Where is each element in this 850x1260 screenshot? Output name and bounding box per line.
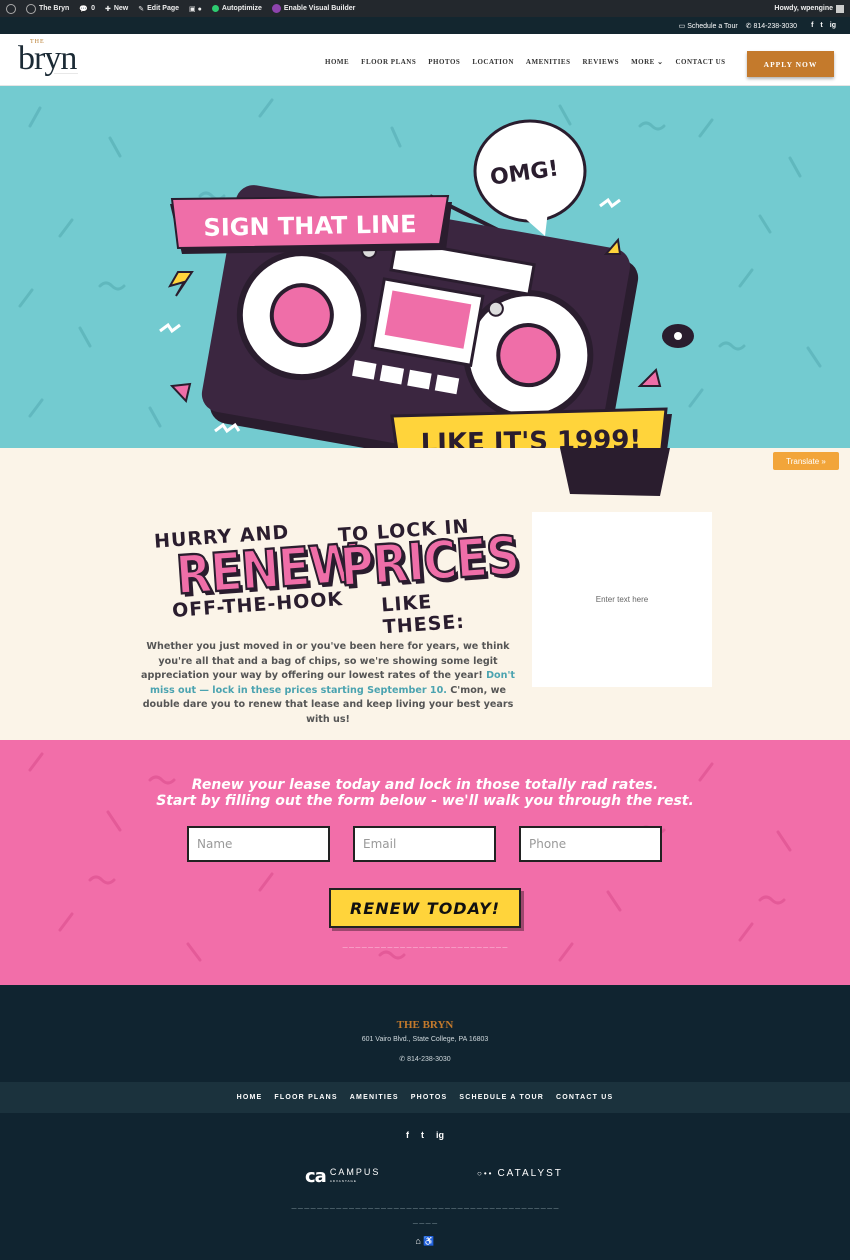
sign-that-line-banner: SIGN THAT LINE (203, 210, 417, 242)
admin-misc-icons[interactable]: ▣ ● (189, 5, 202, 13)
translate-button[interactable]: Translate » (773, 452, 839, 470)
admin-account-link[interactable]: Howdy, wpengine (774, 4, 844, 13)
twitter-icon[interactable]: t (421, 1130, 424, 1140)
nav-home[interactable]: HOME (325, 58, 349, 66)
wordpress-icon[interactable] (6, 3, 16, 14)
admin-autoptimize-link[interactable]: Autoptimize (211, 5, 262, 12)
main-nav: HOME FLOOR PLANS PHOTOS LOCATION AMENITI… (325, 58, 726, 66)
home-icon (26, 3, 36, 14)
campus-advantage-logo[interactable]: ca CAMPUS ADVANTAGE (305, 1166, 380, 1187)
admin-visual-builder-link[interactable]: Enable Visual Builder (271, 4, 355, 13)
admin-site-link[interactable]: The Bryn (26, 3, 69, 14)
nav-floor-plans[interactable]: FLOOR PLANS (361, 58, 416, 66)
footer-nav-amenities[interactable]: AMENITIES (350, 1094, 399, 1101)
facebook-icon[interactable]: f (406, 1130, 409, 1140)
twitter-icon[interactable]: t (820, 22, 822, 29)
equal-housing-accessibility-icons: ⌂ ♿ (415, 1236, 435, 1246)
phone-field[interactable]: Phone (519, 826, 662, 862)
placeholder-textbox[interactable]: Enter text here (532, 512, 712, 687)
catalyst-mark-icon: ○•• (477, 1169, 494, 1178)
phone-link[interactable]: ✆ 814-238-3030 (746, 22, 797, 30)
site-header: THE bryn ———————— HOME FLOOR PLANS PHOTO… (0, 34, 850, 86)
name-field[interactable]: Name (187, 826, 330, 862)
footer-phone[interactable]: ✆ 814-238-3030 (0, 1055, 850, 1063)
promo-paragraph: Whether you just moved in or you've been… (141, 641, 515, 725)
footer-brand: THE BRYN (396, 1019, 454, 1031)
form-heading: Renew your lease today and lock in those… (156, 777, 694, 809)
facebook-icon[interactable]: f (811, 22, 813, 29)
catalyst-logo[interactable]: ○•• CATALYST (477, 1168, 563, 1179)
renew-today-button[interactable]: RENEW TODAY! (329, 888, 521, 928)
renewal-form-section: Renew your lease today and lock in those… (0, 740, 850, 985)
top-info-bar: ▭ Schedule a Tour ✆ 814-238-3030 f t ig (0, 17, 850, 34)
status-dot-icon (211, 5, 219, 12)
site-logo[interactable]: THE bryn ———————— (18, 36, 100, 82)
instagram-icon[interactable]: ig (830, 22, 836, 29)
footer-fine-print-2: — — — — (412, 1221, 438, 1227)
site-footer: THE BRYN 601 Vairo Blvd., State College,… (0, 985, 850, 1260)
boombox-illustration (18, 98, 822, 448)
schedule-tour-link[interactable]: ▭ Schedule a Tour (679, 22, 738, 30)
instagram-icon[interactable]: ig (436, 1130, 444, 1140)
renew-prices-headline: HURRY AND TO LOCK IN RENEW PRICES OFF-TH… (153, 515, 521, 639)
form-disclaimer: — — — — — — — — — — — — — — — — — — — — … (342, 945, 508, 951)
admin-bar: The Bryn 💬 0 ✚ New ✎ Edit Page ▣ ● Autopt… (0, 0, 850, 17)
hero-banner: SIGN THAT LINE OMG! LIKE IT'S 1999! (0, 86, 850, 448)
footer-nav-floor-plans[interactable]: FLOOR PLANS (274, 1094, 337, 1101)
nav-more[interactable]: MORE ⌄ (631, 58, 663, 66)
nav-photos[interactable]: PHOTOS (428, 58, 460, 66)
like-its-1999-banner: LIKE IT'S 1999! (420, 425, 642, 448)
footer-nav-photos[interactable]: PHOTOS (411, 1094, 448, 1101)
admin-edit-link[interactable]: ✎ Edit Page (138, 5, 179, 13)
admin-comments-link[interactable]: 💬 0 (79, 5, 95, 13)
footer-nav-schedule-tour[interactable]: SCHEDULE A TOUR (459, 1094, 544, 1101)
footer-address: 601 Vairo Blvd., State College, PA 16803 (361, 1036, 489, 1043)
footer-social: f t ig (0, 1130, 850, 1140)
nav-contact-us[interactable]: CONTACT US (675, 58, 725, 66)
apply-now-button[interactable]: APPLY NOW (747, 51, 834, 77)
avatar (836, 4, 844, 13)
footer-nav-contact-us[interactable]: CONTACT US (556, 1094, 613, 1101)
admin-new-link[interactable]: ✚ New (105, 5, 128, 13)
nav-location[interactable]: LOCATION (472, 58, 514, 66)
nav-reviews[interactable]: REVIEWS (583, 58, 620, 66)
boombox-base-overflow (400, 448, 670, 496)
footer-nav-home[interactable]: HOME (237, 1094, 263, 1101)
divi-icon (271, 4, 281, 13)
footer-fine-print: — — — — — — — — — — — — — — — — — — — — … (291, 1206, 559, 1212)
footer-nav: HOME FLOOR PLANS AMENITIES PHOTOS SCHEDU… (0, 1082, 850, 1113)
email-field[interactable]: Email (353, 826, 496, 862)
nav-amenities[interactable]: AMENITIES (526, 58, 571, 66)
